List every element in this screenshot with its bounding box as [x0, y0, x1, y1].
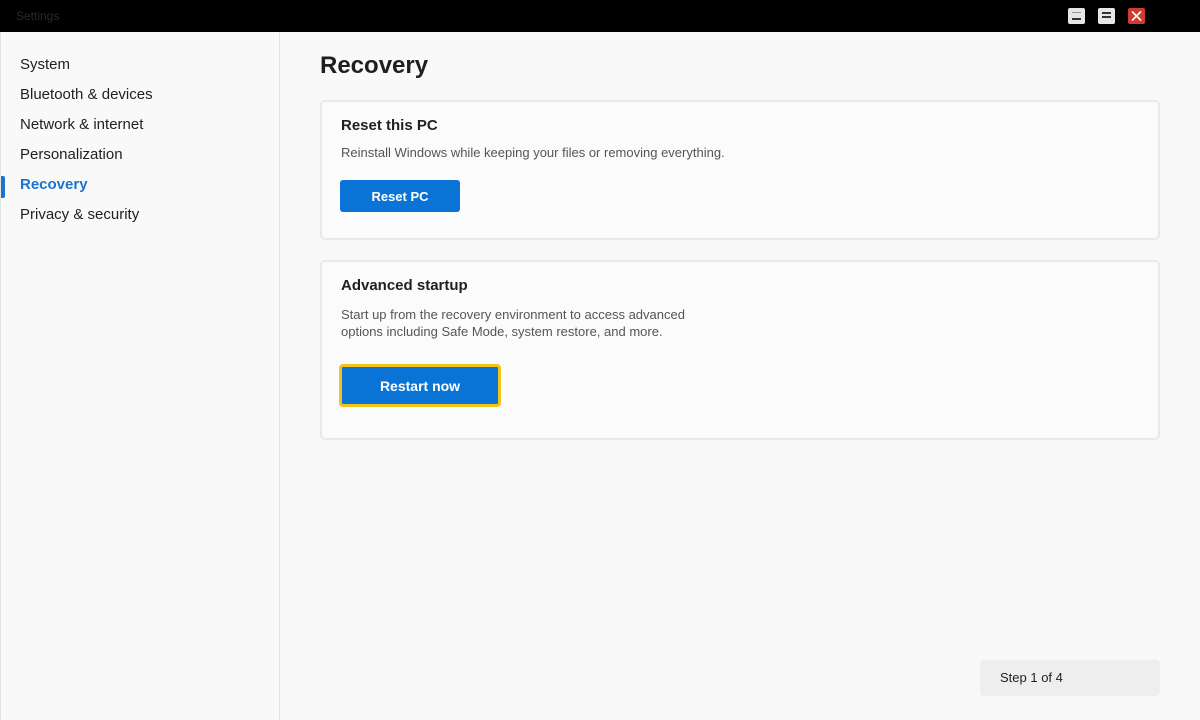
sidebar: System Bluetooth & devices Network & int… — [0, 32, 280, 720]
advanced-startup-card: Advanced startup Start up from the recov… — [320, 260, 1160, 440]
title-bar: Settings — [0, 0, 1200, 32]
sidebar-item-personalization[interactable]: Personalization — [1, 140, 280, 170]
sidebar-item-bluetooth-devices[interactable]: Bluetooth & devices — [1, 80, 280, 110]
reset-pc-card: Reset this PC Reinstall Windows while ke… — [320, 100, 1160, 240]
main-content: Recovery Reset this PC Reinstall Windows… — [280, 32, 1200, 720]
reset-pc-button[interactable]: Reset PC — [340, 180, 460, 212]
sidebar-item-system[interactable]: System — [1, 50, 280, 80]
minimize-button[interactable] — [1068, 8, 1085, 24]
step-indicator: Step 1 of 4 — [980, 660, 1160, 696]
sidebar-item-network-internet[interactable]: Network & internet — [1, 110, 280, 140]
reset-card-description: Reinstall Windows while keeping your fil… — [341, 145, 725, 160]
maximize-icon — [1102, 12, 1111, 18]
advanced-card-title: Advanced startup — [341, 277, 468, 294]
sidebar-item-privacy-security[interactable]: Privacy & security — [1, 200, 280, 230]
close-icon — [1131, 11, 1142, 21]
maximize-button[interactable] — [1098, 8, 1115, 24]
advanced-card-description-line1: Start up from the recovery environment t… — [341, 307, 685, 322]
reset-card-title: Reset this PC — [341, 117, 438, 134]
restart-now-button[interactable]: Restart now — [339, 364, 501, 407]
advanced-card-description-line2: options including Safe Mode, system rest… — [341, 324, 663, 339]
minimize-icon — [1072, 12, 1081, 20]
sidebar-item-recovery[interactable]: Recovery — [1, 170, 280, 200]
page-title: Recovery — [320, 52, 429, 79]
close-button[interactable] — [1128, 8, 1145, 24]
advanced-card-description: Start up from the recovery environment t… — [341, 306, 721, 340]
window-title: Settings — [16, 9, 60, 23]
